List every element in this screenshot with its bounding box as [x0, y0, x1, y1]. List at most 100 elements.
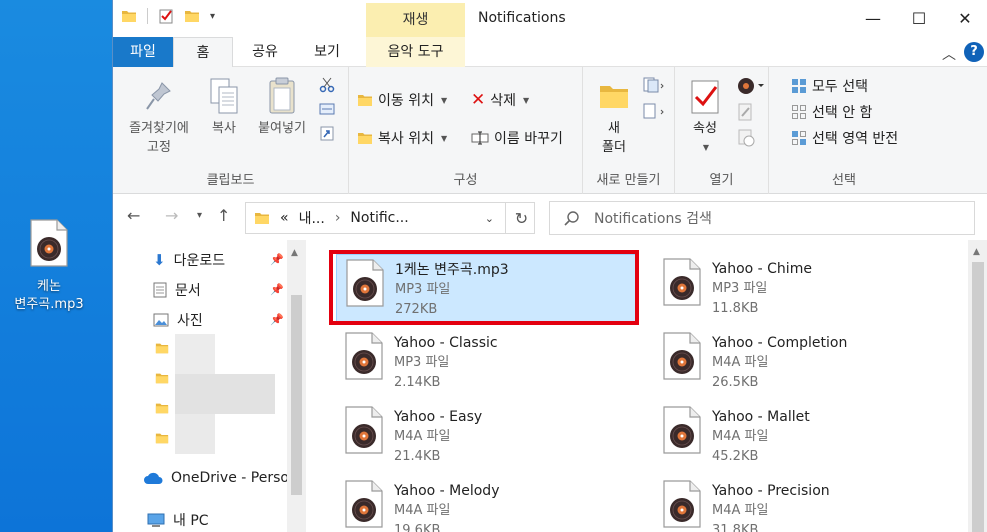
up-arrow-icon[interactable]: ↑ — [217, 206, 230, 225]
delete-button[interactable]: ✕ 삭제 ▼ — [471, 90, 529, 110]
search-box[interactable]: Notifications 검색 — [549, 201, 975, 235]
file-type: M4A 파일 — [712, 429, 769, 444]
file-item[interactable]: Yahoo - Precision M4A 파일 31.8KB — [654, 476, 956, 532]
file-item[interactable]: Yahoo - Melody M4A 파일 19.6KB — [336, 476, 638, 532]
tab-file[interactable]: 파일 — [113, 37, 173, 67]
nav-scrollbar[interactable]: ▲ — [287, 240, 306, 532]
nav-item-pictures[interactable]: 사진 — [153, 310, 203, 330]
file-item[interactable]: Yahoo - Completion M4A 파일 26.5KB — [654, 328, 956, 398]
desktop: 케논 변주곡.mp3 — [0, 0, 112, 532]
open-group: 속성 ▼ 열기 — [675, 67, 769, 194]
paste-button[interactable]: 붙여넣기 — [249, 75, 315, 138]
close-button[interactable]: ✕ — [942, 0, 987, 37]
file-item-selected[interactable]: 1케논 변주곡.mp3 MP3 파일 272KB — [336, 254, 638, 324]
pin-icon[interactable]: 📌 — [270, 313, 284, 326]
open-small-buttons — [737, 77, 765, 147]
file-item[interactable]: Yahoo - Chime MP3 파일 11.8KB — [654, 254, 956, 324]
file-size: 2.14KB — [394, 375, 441, 390]
folder-icon[interactable] — [155, 340, 169, 356]
scroll-up-icon[interactable]: ▲ — [291, 248, 298, 258]
address-field[interactable]: « 내... › Notific... ⌄ — [245, 202, 535, 234]
scrollbar-thumb[interactable] — [972, 262, 984, 532]
new-item-icon[interactable] — [643, 77, 665, 93]
tab-view[interactable]: 보기 — [299, 37, 355, 67]
cut-icon[interactable] — [319, 77, 335, 93]
file-name: Yahoo - Chime — [712, 261, 812, 277]
nav-item-documents[interactable]: 문서 — [153, 280, 201, 300]
move-to-button[interactable]: 이동 위치 ▼ — [357, 90, 447, 110]
file-size: 45.2KB — [712, 449, 759, 464]
rename-button[interactable]: 이름 바꾸기 — [471, 128, 563, 148]
file-name: Yahoo - Easy — [394, 409, 483, 425]
file-size: 31.8KB — [712, 523, 759, 532]
folder-icon[interactable] — [155, 430, 169, 446]
address-dropdown-icon[interactable]: ⌄ — [485, 212, 494, 225]
copy-to-button[interactable]: 복사 위치 ▼ — [357, 128, 447, 148]
invert-selection-button[interactable]: 선택 영역 반전 — [791, 128, 898, 148]
file-item[interactable]: Yahoo - Classic MP3 파일 2.14KB — [336, 328, 638, 398]
tab-home[interactable]: 홈 — [173, 37, 233, 67]
audio-file-icon — [662, 332, 702, 380]
scrollbar-thumb[interactable] — [291, 295, 302, 495]
back-arrow-icon[interactable]: ← — [127, 206, 140, 225]
help-button[interactable]: ? — [964, 42, 984, 62]
minimize-button[interactable]: — — [850, 0, 896, 37]
maximize-button[interactable]: ☐ — [896, 0, 942, 37]
navigation-pane: ⬇ 다운로드 📌 문서 📌 사진 📌 OneDrive - Person 내 P… — [113, 240, 306, 532]
pin-icon[interactable]: 📌 — [270, 253, 284, 266]
nav-item-label: 내 PC — [173, 513, 209, 529]
move-folder-icon — [357, 92, 373, 108]
scroll-up-icon[interactable]: ▲ — [973, 247, 980, 257]
breadcrumb-current[interactable]: Notific... — [350, 210, 408, 226]
edit-icon[interactable] — [737, 103, 755, 121]
file-item[interactable]: Yahoo - Easy M4A 파일 21.4KB — [336, 402, 638, 472]
pin-quick-access-button[interactable]: 즐겨찾기에 고정 — [119, 75, 199, 157]
collapse-ribbon-icon[interactable]: ︿ — [942, 44, 956, 64]
new-folder-button[interactable]: 새 폴더 — [591, 75, 637, 157]
new-folder-big-icon — [598, 77, 630, 115]
history-icon[interactable] — [737, 129, 755, 147]
file-name: Yahoo - Melody — [394, 483, 500, 499]
computer-icon — [147, 513, 165, 527]
nav-item-onedrive[interactable]: OneDrive - Person — [143, 470, 298, 486]
paste-shortcut-icon[interactable] — [319, 125, 335, 141]
nav-item-label: 문서 — [175, 283, 201, 299]
cloud-icon — [144, 472, 163, 484]
tab-music-tools[interactable]: 음악 도구 — [366, 37, 465, 67]
properties-check-icon[interactable] — [158, 8, 174, 24]
select-none-button[interactable]: 선택 안 함 — [791, 102, 872, 122]
dropdown-caret-icon: ▼ — [440, 95, 448, 105]
file-item[interactable]: Yahoo - Mallet M4A 파일 45.2KB — [654, 402, 956, 472]
pin-icon[interactable]: 📌 — [270, 283, 284, 296]
folder-icon[interactable] — [155, 370, 169, 386]
desktop-file-icon[interactable]: 케논 변주곡.mp3 — [8, 218, 90, 314]
copy-path-icon[interactable] — [319, 101, 335, 117]
open-media-icon[interactable] — [737, 77, 765, 95]
organize-group-label: 구성 — [453, 173, 478, 188]
folder-icon[interactable] — [121, 8, 137, 24]
new-folder-icon[interactable] — [184, 8, 200, 24]
folder-icon[interactable] — [155, 400, 169, 416]
refresh-button[interactable]: ↻ — [505, 202, 537, 234]
nav-item-downloads[interactable]: ⬇ 다운로드 — [153, 250, 225, 270]
easy-access-icon[interactable] — [643, 103, 665, 119]
audio-file-icon — [29, 218, 69, 268]
copy-button[interactable]: 복사 — [201, 75, 247, 138]
nav-item-this-pc[interactable]: 내 PC — [147, 510, 209, 530]
breadcrumb-parent[interactable]: 내... — [299, 208, 325, 228]
file-list: 1케논 변주곡.mp3 MP3 파일 272KB Yahoo - Chime M… — [326, 240, 968, 532]
properties-button[interactable]: 속성 ▼ — [683, 75, 727, 157]
forward-arrow-icon[interactable]: → — [165, 206, 178, 225]
dropdown-caret-icon: ▼ — [440, 133, 448, 143]
breadcrumb-separator-icon[interactable]: › — [335, 210, 341, 226]
new-folder-label-2: 폴더 — [602, 140, 626, 155]
clipboard-group: 즐겨찾기에 고정 복사 붙여넣기 클립보드 — [113, 67, 349, 194]
tab-share[interactable]: 공유 — [237, 37, 293, 67]
ribbon-tabs: 파일 홈 공유 보기 음악 도구 ︿ ? — [113, 37, 987, 67]
recent-locations-icon[interactable]: ▾ — [197, 210, 202, 221]
select-all-button[interactable]: 모두 선택 — [791, 76, 868, 96]
customize-qat-icon[interactable]: ▾ — [210, 11, 215, 22]
breadcrumb-overflow[interactable]: « — [280, 210, 289, 226]
clipboard-group-label: 클립보드 — [206, 173, 255, 188]
file-list-scrollbar[interactable]: ▲ — [968, 240, 987, 532]
